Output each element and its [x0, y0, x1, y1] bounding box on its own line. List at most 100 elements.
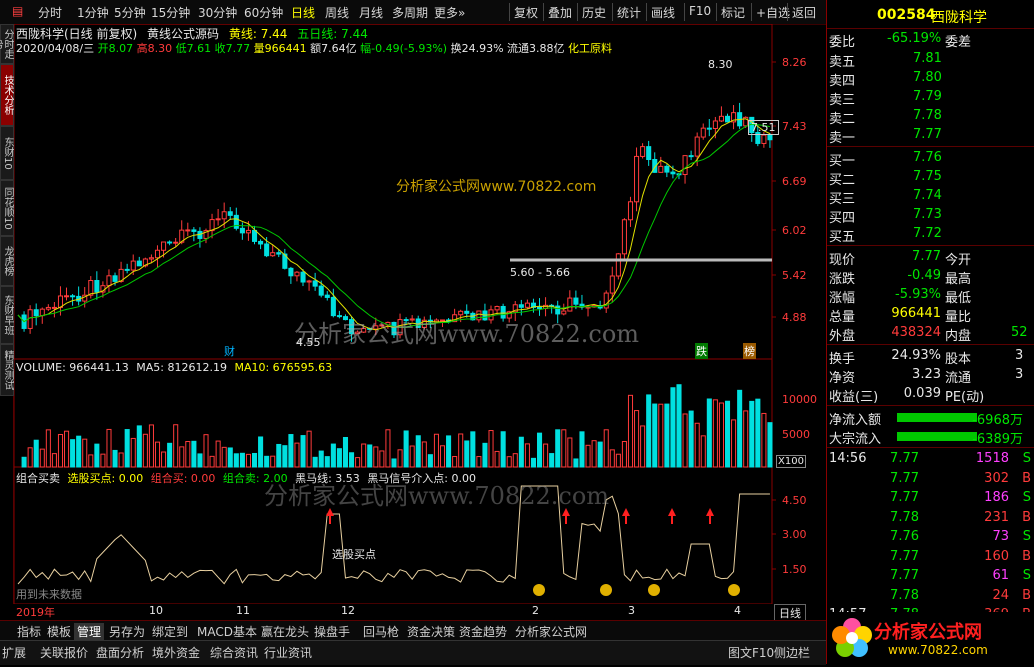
- stat-row: 涨幅 -5.93% 最低: [827, 286, 1034, 306]
- formula-tab-6[interactable]: 赢在龙头: [258, 623, 312, 640]
- period-tab-7[interactable]: 周线: [325, 4, 349, 21]
- period-tab-9[interactable]: 多周期: [392, 4, 428, 21]
- price-axis-label: 8.26: [782, 56, 807, 69]
- left-tab-6[interactable]: 精灵测试: [0, 344, 14, 396]
- formula-tab-8[interactable]: 回马枪: [360, 623, 402, 640]
- period-tab-6[interactable]: 日线: [291, 4, 315, 21]
- formula-tab-4[interactable]: 绑定到: [149, 623, 191, 640]
- period-tab-8[interactable]: 月线: [359, 4, 383, 21]
- formula-tab-10[interactable]: 资金趋势: [456, 623, 510, 640]
- status-item-1[interactable]: 关联报价: [40, 644, 88, 661]
- bar-low: 低7.61: [175, 42, 212, 55]
- formula-tab-7[interactable]: 操盘手: [311, 623, 353, 640]
- stock-code: 002584: [877, 7, 936, 23]
- left-tab-1[interactable]: 技术分析: [0, 64, 14, 126]
- candle-body: [45, 306, 51, 310]
- candle-body: [494, 305, 500, 311]
- volume-bar: [621, 441, 627, 468]
- bid-price[interactable]: 7.73: [913, 207, 942, 222]
- chart-area[interactable]: 8.26 7.43 6.69 6.02 5.42 4.88 10000 5000 4.50 3.0…: [13, 23, 824, 605]
- candle-body: [148, 257, 154, 260]
- period-tab-1[interactable]: 1分钟: [77, 4, 109, 21]
- volume-axis-label: 5000: [782, 428, 810, 441]
- period-tab-3[interactable]: 15分钟: [151, 4, 190, 21]
- ask-price[interactable]: 7.77: [913, 127, 942, 142]
- volume-bar: [682, 413, 688, 468]
- toolbar-action-3[interactable]: 统计: [617, 4, 641, 21]
- status-item-0[interactable]: 扩展: [2, 644, 26, 661]
- left-tab-3[interactable]: 同花顺10: [0, 180, 14, 236]
- status-item-5[interactable]: 行业资讯: [264, 644, 312, 661]
- toolbar-action-0[interactable]: 复权: [514, 4, 538, 21]
- candle-body: [251, 229, 258, 242]
- bid-price[interactable]: 7.74: [913, 188, 942, 203]
- ask-price[interactable]: 7.79: [913, 89, 942, 104]
- volume-bar: [379, 450, 385, 468]
- bid-label: 买五: [829, 230, 856, 245]
- buy-signal-arrow-icon: [668, 508, 676, 524]
- volume-bar: [518, 436, 524, 468]
- volume-bar: [500, 431, 506, 468]
- tick-row: 7.77 302 B: [827, 470, 1034, 489]
- volume-ma5: MA5: 812612.19: [136, 361, 227, 374]
- formula-tab-11[interactable]: 分析家公式网: [512, 623, 590, 640]
- sidebar-toggle[interactable]: 侧边栏: [774, 644, 810, 661]
- tick-price: 7.77: [890, 470, 919, 486]
- ask-price[interactable]: 7.80: [913, 70, 942, 85]
- volume-bar: [355, 457, 361, 468]
- status-item-3[interactable]: 境外资金: [152, 644, 200, 661]
- candle-body: [640, 146, 646, 157]
- toolbar-action-8[interactable]: 返回: [792, 4, 816, 21]
- volume-bar: [39, 448, 45, 468]
- toolbar-action-4[interactable]: 画线: [651, 4, 675, 21]
- toolbar-action-6[interactable]: 标记: [721, 4, 745, 21]
- candle-body: [318, 285, 324, 296]
- toolbar-action-5[interactable]: F10: [689, 4, 711, 18]
- candle-body: [88, 280, 94, 296]
- toolbar-action-1[interactable]: 叠加: [548, 4, 572, 21]
- volume-bar: [724, 400, 731, 468]
- formula-tab-9[interactable]: 资金决策: [404, 623, 458, 640]
- period-tab-5[interactable]: 60分钟: [244, 4, 283, 21]
- ask-price[interactable]: 7.81: [913, 51, 942, 66]
- tick-side: B: [1022, 470, 1031, 486]
- bid-price[interactable]: 7.76: [913, 150, 942, 165]
- bar-date: 2020/04/08/三: [16, 42, 95, 55]
- left-tab-0[interactable]: 分时走势: [0, 24, 14, 64]
- toolbar-action-2[interactable]: 历史: [582, 4, 606, 21]
- status-item-4[interactable]: 综合资讯: [210, 644, 258, 661]
- period-tab-4[interactable]: 30分钟: [198, 4, 237, 21]
- tick-price: 7.77: [890, 490, 919, 505]
- bid-price[interactable]: 7.75: [913, 169, 942, 184]
- volume-bar: [179, 446, 185, 468]
- volume-bar: [27, 447, 33, 468]
- tick-row: 7.78 24 B: [827, 587, 1034, 606]
- tag-list[interactable]: 榜: [743, 343, 756, 359]
- left-tab-4[interactable]: 龙虎榜: [0, 236, 14, 286]
- period-tab-2[interactable]: 5分钟: [114, 4, 146, 21]
- status-item-2[interactable]: 盘面分析: [96, 644, 144, 661]
- bar-amount: 额7.64亿: [310, 42, 357, 55]
- bid-price[interactable]: 7.72: [913, 226, 942, 241]
- tick-row: 7.77 160 B: [827, 548, 1034, 567]
- formula-tab-3[interactable]: 另存为: [106, 623, 148, 640]
- volume-bar: [76, 435, 82, 468]
- formula-tab-2[interactable]: 管理: [74, 623, 105, 640]
- formula-tab-5[interactable]: MACD基本: [194, 623, 260, 640]
- period-tab-10[interactable]: 更多»: [434, 4, 465, 21]
- f10-button[interactable]: 图文F10: [728, 644, 774, 661]
- toolbar-action-7[interactable]: +自选: [756, 4, 790, 21]
- formula-tab-1[interactable]: 模板: [44, 623, 74, 640]
- tag-finance[interactable]: 财: [224, 343, 235, 359]
- formula-tab-0[interactable]: 指标: [14, 623, 44, 640]
- period-tab-0[interactable]: 分时: [38, 4, 62, 21]
- time-axis-month: 10: [149, 604, 163, 617]
- left-tab-2[interactable]: 东财10: [0, 126, 14, 180]
- ask-price[interactable]: 7.78: [913, 108, 942, 123]
- tag-drop[interactable]: 跌: [695, 343, 708, 359]
- left-tab-5[interactable]: 东财早班: [0, 286, 14, 344]
- gap-range-label: 5.60 - 5.66: [510, 266, 570, 279]
- menu-icon[interactable]: ▤: [12, 4, 23, 18]
- volume-bar: [282, 445, 288, 468]
- candle-body: [712, 120, 718, 130]
